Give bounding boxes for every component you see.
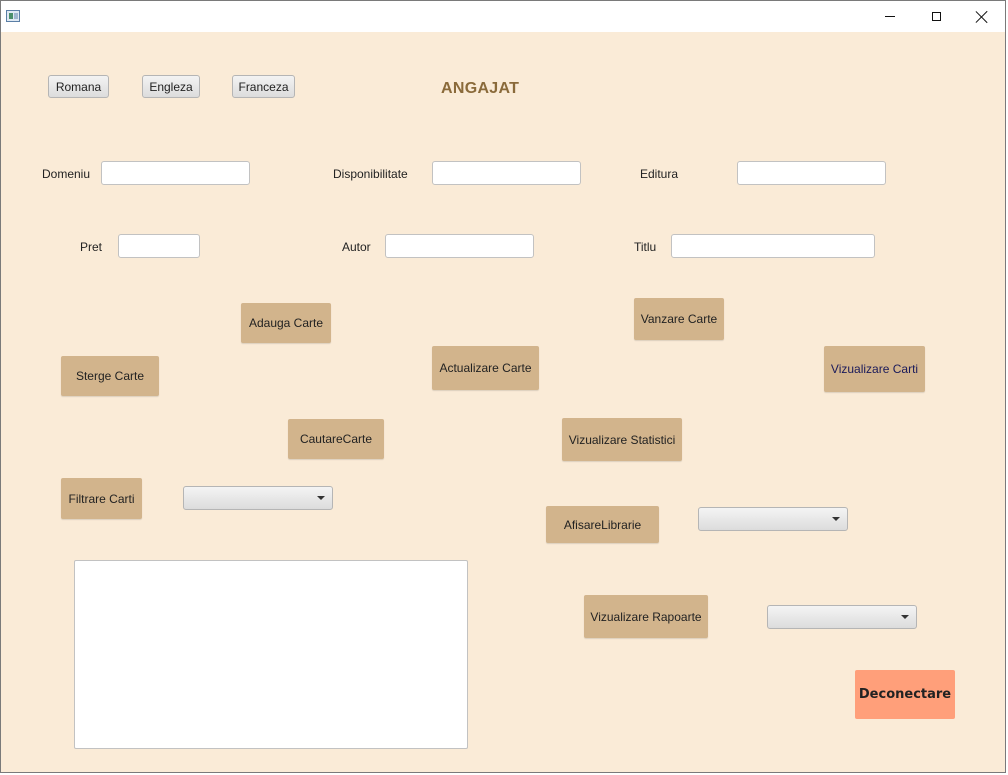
deconectare-button[interactable]: Deconectare (855, 670, 955, 719)
sterge-carte-button[interactable]: Sterge Carte (61, 356, 159, 396)
editura-label: Editura (640, 167, 679, 181)
app-window: Romana Engleza Franceza ANGAJAT Domeniu … (0, 0, 1006, 773)
pret-field[interactable] (118, 234, 200, 258)
titlu-field[interactable] (671, 234, 875, 258)
rapoarte-dropdown[interactable] (767, 605, 917, 629)
output-text-area[interactable] (74, 560, 468, 749)
maximize-button[interactable] (913, 1, 959, 32)
editura-field[interactable] (737, 161, 886, 185)
domeniu-field[interactable] (101, 161, 250, 185)
minimize-button[interactable] (867, 1, 913, 32)
filtrare-dropdown[interactable] (183, 486, 333, 510)
vizualizare-statistici-button[interactable]: Vizualizare Statistici (562, 418, 682, 461)
librarie-dropdown[interactable] (698, 507, 848, 531)
app-window-icon (6, 10, 20, 22)
franceza-button[interactable]: Franceza (232, 75, 295, 98)
vizualizare-rapoarte-button[interactable]: Vizualizare Rapoarte (584, 595, 708, 638)
title-bar (1, 1, 1005, 32)
engleza-button[interactable]: Engleza (142, 75, 200, 98)
main-panel: Romana Engleza Franceza ANGAJAT Domeniu … (1, 32, 1005, 772)
minimize-icon (885, 16, 895, 17)
autor-field[interactable] (385, 234, 534, 258)
close-button[interactable] (959, 1, 1005, 32)
domeniu-label: Domeniu (42, 167, 91, 181)
autor-label: Autor (342, 240, 371, 254)
close-icon (976, 11, 988, 23)
pret-label: Pret (80, 240, 103, 254)
filtrare-carti-button[interactable]: Filtrare Carti (61, 478, 142, 519)
adauga-carte-button[interactable]: Adauga Carte (241, 303, 331, 343)
disponibilitate-field[interactable] (432, 161, 581, 185)
afisare-librarie-button[interactable]: AfisareLibrarie (546, 506, 659, 543)
romana-button[interactable]: Romana (48, 75, 109, 98)
chevron-down-icon (317, 496, 325, 500)
titlu-label: Titlu (634, 240, 657, 254)
disponibilitate-label: Disponibilitate (333, 167, 408, 181)
page-title: ANGAJAT (441, 80, 520, 97)
vanzare-carte-button[interactable]: Vanzare Carte (634, 298, 724, 340)
chevron-down-icon (832, 517, 840, 521)
maximize-icon (931, 12, 941, 21)
actualizare-carte-button[interactable]: Actualizare Carte (432, 346, 539, 390)
cautare-carte-button[interactable]: CautareCarte (288, 419, 384, 459)
vizualizare-carti-button[interactable]: Vizualizare Carti (824, 346, 925, 392)
chevron-down-icon (901, 615, 909, 619)
